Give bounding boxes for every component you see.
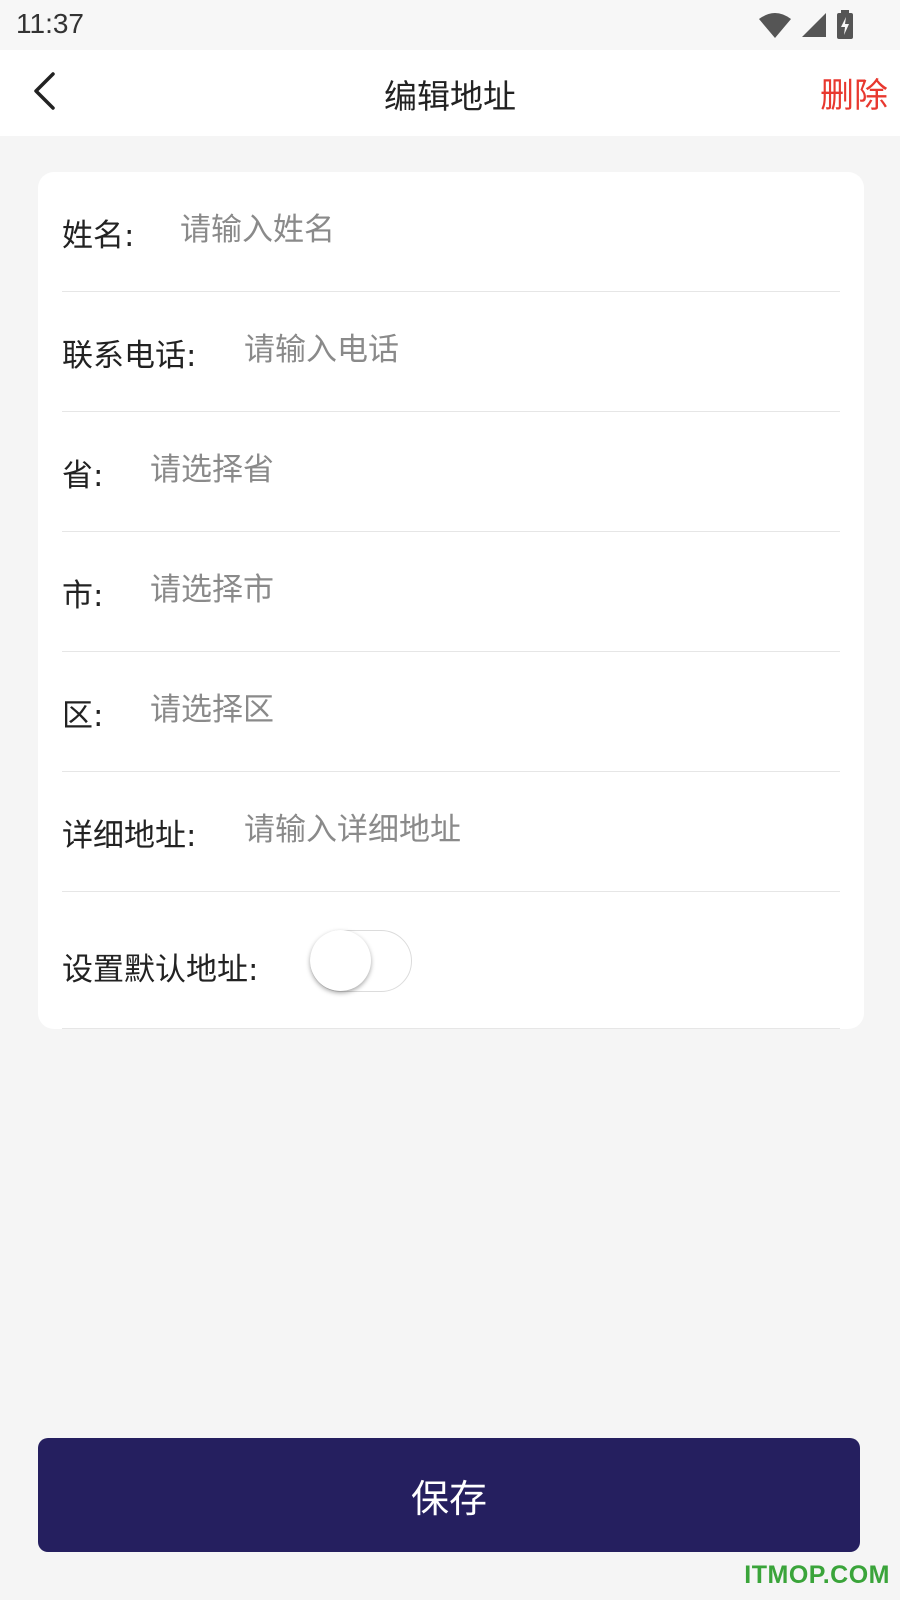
battery-charging-icon — [836, 10, 854, 40]
wifi-icon — [758, 11, 792, 39]
city-label: 市: — [62, 578, 104, 614]
save-button[interactable]: 保存 — [38, 1438, 860, 1552]
nav-bar: 编辑地址 删除 — [0, 50, 900, 136]
city-select[interactable] — [150, 562, 670, 618]
form-row-address: 详细地址: — [62, 772, 840, 892]
name-label: 姓名: — [62, 218, 135, 254]
address-form-card: 姓名: 联系电话: 省: 市: 区: 详细地址: 设置默认地址: — [38, 172, 864, 1029]
name-input[interactable] — [180, 202, 700, 258]
default-address-label: 设置默认地址: — [62, 952, 259, 988]
form-row-city: 市: — [62, 532, 840, 652]
status-icons — [758, 10, 854, 40]
province-label: 省: — [62, 458, 104, 494]
district-select[interactable] — [150, 682, 670, 738]
page-title: 编辑地址 — [384, 77, 516, 116]
form-row-district: 区: — [62, 652, 840, 772]
province-select[interactable] — [150, 442, 670, 498]
default-address-toggle[interactable] — [310, 930, 412, 992]
status-time: 11:37 — [16, 8, 84, 39]
form-row-province: 省: — [62, 412, 840, 532]
delete-button[interactable]: 删除 — [820, 68, 888, 117]
form-row-default-address: 设置默认地址: — [62, 892, 840, 1029]
signal-icon — [800, 11, 828, 39]
district-label: 区: — [62, 698, 104, 734]
toggle-knob — [310, 930, 371, 991]
watermark-logo: ITMOP.COM — [744, 1561, 890, 1589]
phone-label: 联系电话: — [62, 338, 197, 374]
form-row-name: 姓名: — [62, 172, 840, 292]
status-bar: 11:37 — [0, 0, 900, 50]
phone-input[interactable] — [244, 322, 764, 378]
form-row-phone: 联系电话: — [62, 292, 840, 412]
address-input[interactable] — [244, 802, 764, 858]
address-label: 详细地址: — [62, 818, 197, 854]
